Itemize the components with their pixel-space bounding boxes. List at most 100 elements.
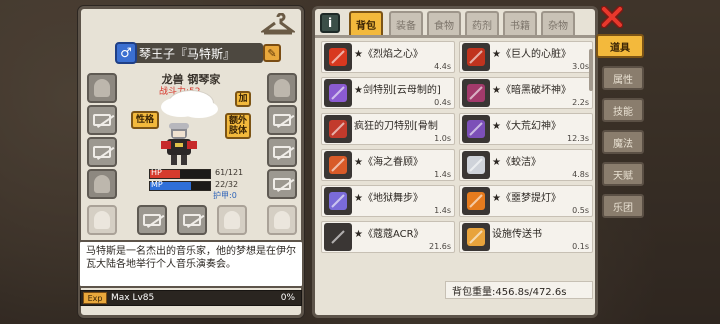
boots-icon (274, 211, 290, 229)
inventory-item[interactable]: ★《蔻蔻ACR》 21.6s (321, 221, 455, 253)
exp-bar: Exp Max Lv85 0% (80, 290, 302, 306)
item-name: ★《暗黑破坏神》 (492, 85, 571, 96)
dark-sword-icon (462, 79, 490, 107)
exp-badge: Exp (83, 292, 107, 304)
item-name: ★《烈焰之心》 (354, 49, 423, 60)
gloves-icon (94, 175, 110, 193)
inventory-item[interactable]: ★《海之眷顾》 1.4s (321, 149, 455, 181)
inventory-item[interactable]: ★《噩梦提灯》 0.5s (459, 185, 593, 217)
empty-slot-icon (273, 146, 291, 158)
equip-slot-accessory-1[interactable] (87, 205, 117, 235)
menu-skills[interactable]: 技能 (602, 98, 644, 122)
tab-strip (315, 35, 595, 38)
hanger-icon[interactable] (261, 13, 295, 37)
inventory-item[interactable]: 设施传送书 0.1s (459, 221, 593, 253)
amulet-icon (224, 211, 240, 229)
item-weight: 0.4s (434, 98, 451, 107)
item-name: ★《大荒幻神》 (492, 121, 561, 132)
equip-slot-belt[interactable] (267, 169, 297, 199)
item-name: ★《噩梦提灯》 (492, 193, 561, 204)
item-weight: 1.4s (434, 206, 451, 215)
character-sprite[interactable] (157, 121, 201, 167)
equip-slot-necklace[interactable] (267, 73, 297, 103)
tab-equipment[interactable]: 装备 (389, 11, 423, 35)
purple-dagger-icon (324, 79, 352, 107)
tab-books[interactable]: 书籍 (503, 11, 537, 35)
inventory-scrollbar[interactable] (589, 49, 593, 91)
item-weight: 1.0s (434, 134, 451, 143)
inventory-item[interactable]: ★《蛟洁》 4.8s (459, 149, 593, 181)
inventory-item[interactable]: 疯狂的刀特别[骨制 1.0s (321, 113, 455, 145)
hp-label: HP (151, 168, 162, 177)
menu-magic[interactable]: 魔法 (602, 130, 644, 154)
tab-misc[interactable]: 杂物 (541, 11, 575, 35)
menu-talents[interactable]: 天赋 (602, 162, 644, 186)
item-weight: 21.6s (429, 242, 451, 251)
pumpkin-lantern-icon (462, 187, 490, 215)
armor-label: 护甲:0 (213, 191, 237, 200)
backpack-weight: 背包重量:456.8s/472.6s (445, 281, 593, 299)
thought-bubble (169, 91, 213, 115)
item-weight: 12.3s (567, 134, 589, 143)
empty-slot-icon (273, 114, 291, 126)
equip-slot-gloves[interactable] (87, 169, 117, 199)
flame-armor-icon (324, 43, 352, 71)
item-name: ★剑特别[云母制的] (354, 85, 441, 96)
menu-attributes[interactable]: 属性 (602, 66, 644, 90)
inventory-panel: i 背包 装备 食物 药剂 书籍 杂物 ★《烈焰之心》 4.4s ★《巨人的心脏》 3… (312, 6, 598, 318)
exp-percent: 0% (280, 293, 295, 303)
equip-slot-helmet[interactable] (87, 73, 117, 103)
tab-backpack[interactable]: 背包 (349, 11, 383, 35)
equip-slot-shield[interactable] (87, 137, 117, 167)
item-name: ★《蛟洁》 (492, 157, 541, 168)
item-weight: 4.4s (434, 62, 451, 71)
menu-items[interactable]: 道具 (596, 34, 644, 58)
equip-slot-accessory-3[interactable] (217, 205, 247, 235)
inventory-item[interactable]: ★《暗黑破坏神》 2.2s (459, 77, 593, 109)
inventory-item[interactable]: ★《巨人的心脏》 3.0s (459, 41, 593, 73)
equip-slot-armor[interactable] (267, 105, 297, 135)
item-weight: 0.5s (572, 206, 589, 215)
item-name: ★《巨人的心脏》 (492, 49, 571, 60)
equip-slot-accessory-4[interactable] (267, 205, 297, 235)
tab-food[interactable]: 食物 (427, 11, 461, 35)
character-name-bar: ♂ 琴王子『马特斯』 ✎ (115, 42, 281, 64)
personality-button[interactable]: 性格 (131, 111, 159, 129)
helmet-icon (94, 79, 110, 97)
extra-limbs-button[interactable]: 额外 肢体 (225, 113, 251, 139)
equip-slot-cloak[interactable] (267, 137, 297, 167)
equip-slot-weapon-left[interactable] (87, 105, 117, 135)
mp-label: MP (151, 180, 163, 189)
sea-sword-icon (324, 151, 352, 179)
empty-slot-icon (93, 146, 111, 158)
accessory-icon (94, 211, 110, 229)
giant-heart-armor-icon (462, 43, 490, 71)
inventory-item[interactable]: ★剑特别[云母制的] 0.4s (321, 77, 455, 109)
info-icon[interactable]: i (320, 13, 340, 33)
menu-band[interactable]: 乐团 (602, 194, 644, 218)
item-weight: 2.2s (572, 98, 589, 107)
empty-slot-icon (183, 214, 201, 226)
inventory-item[interactable]: ★《地狱舞步》 1.4s (321, 185, 455, 217)
item-name: 设施传送书 (492, 229, 542, 240)
item-weight: 4.8s (572, 170, 589, 179)
equip-slot-ring-1[interactable] (137, 205, 167, 235)
male-gender-icon: ♂ (115, 42, 137, 64)
gauntlet-icon (462, 151, 490, 179)
item-weight: 0.1s (572, 242, 589, 251)
add-point-button[interactable]: 加 (235, 91, 251, 107)
hell-boots-icon (324, 187, 352, 215)
empty-slot-icon (93, 114, 111, 126)
close-icon[interactable] (601, 6, 623, 28)
inventory-item[interactable]: ★《大荒幻神》 12.3s (459, 113, 593, 145)
necklace-icon (274, 79, 290, 97)
scythe-icon (462, 115, 490, 143)
mp-value: 22/32 (215, 180, 239, 189)
edit-name-icon[interactable]: ✎ (263, 44, 281, 62)
teleport-book-icon (462, 223, 490, 251)
inventory-item[interactable]: ★《烈焰之心》 4.4s (321, 41, 455, 73)
item-name: 疯狂的刀特别[骨制 (354, 121, 438, 132)
tab-potions[interactable]: 药剂 (465, 11, 499, 35)
rifle-icon (324, 223, 352, 251)
equip-slot-ring-2[interactable] (177, 205, 207, 235)
